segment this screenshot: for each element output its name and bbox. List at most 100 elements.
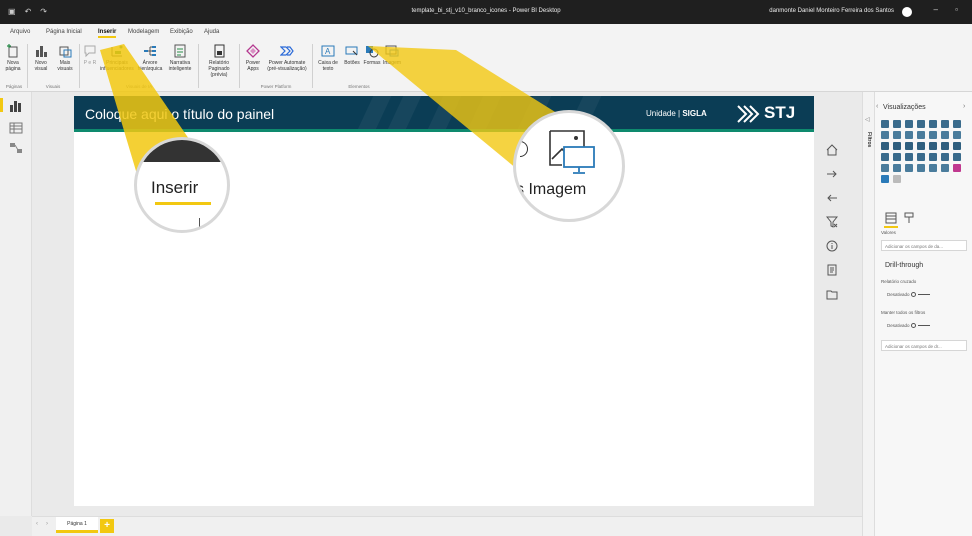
visual-type-icon[interactable] <box>941 142 949 150</box>
add-page-button[interactable]: + <box>100 519 114 533</box>
minimize-icon[interactable]: – <box>934 5 938 14</box>
page-nav-icons <box>826 144 846 312</box>
visual-type-icon[interactable] <box>905 153 913 161</box>
restore-icon[interactable]: ▫ <box>955 5 958 14</box>
report-view-icon[interactable] <box>9 100 23 112</box>
visual-type-icon[interactable] <box>893 131 901 139</box>
narrativa-inteligente-button[interactable]: Narrativa inteligente <box>166 44 194 72</box>
visual-type-icon[interactable] <box>929 142 937 150</box>
visual-type-icon[interactable] <box>905 142 913 150</box>
fields-well-icon[interactable] <box>885 212 897 224</box>
cross-report-toggle[interactable]: Desativado <box>887 292 930 298</box>
visual-type-icon[interactable] <box>881 120 889 128</box>
visual-type-icon[interactable] <box>881 175 889 183</box>
tab-exibicao[interactable]: Exibição <box>170 29 193 35</box>
visual-type-icon[interactable] <box>893 120 901 128</box>
visual-type-icon[interactable] <box>905 120 913 128</box>
visual-type-icon[interactable] <box>905 131 913 139</box>
format-paint-icon[interactable] <box>903 212 915 224</box>
active-view-indicator <box>0 98 3 112</box>
toggle-knob <box>910 323 916 329</box>
visual-type-icon[interactable] <box>905 164 913 172</box>
model-view-icon[interactable] <box>9 142 23 154</box>
folder-icon[interactable] <box>826 288 838 300</box>
visual-type-icon[interactable] <box>893 153 901 161</box>
tab-modelagem[interactable]: Modelagem <box>128 29 159 35</box>
nova-pagina-button[interactable]: Nova página <box>2 44 24 72</box>
mais-visuais-button[interactable]: Mais visuais <box>54 44 76 72</box>
drillthrough-drop-field[interactable]: Adicionar os campos de dr... <box>881 340 967 351</box>
more-visuals-icon[interactable] <box>893 175 901 183</box>
filters-pane[interactable]: ◁ Filtros <box>862 92 874 536</box>
chevron-left-icon[interactable]: ‹ <box>876 103 878 110</box>
data-view-icon[interactable] <box>9 122 23 134</box>
power-automate-button[interactable]: Power Automate (pré-visualização) <box>266 44 308 72</box>
info-icon[interactable] <box>826 240 838 252</box>
page-tab-1[interactable]: Página 1 <box>56 517 98 533</box>
visual-type-icon[interactable] <box>917 153 925 161</box>
page-title[interactable]: Coloque aqui o título do painel <box>85 106 274 122</box>
visual-type-icon[interactable] <box>929 164 937 172</box>
visual-type-icon[interactable] <box>881 153 889 161</box>
visual-type-icon[interactable] <box>929 120 937 128</box>
prev-page-icon[interactable]: ‹ <box>36 521 38 527</box>
tab-inserir[interactable]: Inserir <box>98 29 117 38</box>
visual-type-icon[interactable] <box>941 153 949 161</box>
power-apps-button[interactable]: Power Apps <box>242 44 264 72</box>
visual-type-icon[interactable] <box>953 120 961 128</box>
imagem-button[interactable]: Imagem <box>382 44 402 66</box>
tab-arquivo[interactable]: Arquivo <box>10 29 30 35</box>
formas-label: Formas <box>363 60 381 66</box>
visual-type-icon[interactable] <box>953 153 961 161</box>
toggle-track <box>917 294 930 296</box>
visual-type-icon[interactable] <box>917 120 925 128</box>
visual-type-icon[interactable] <box>953 131 961 139</box>
visual-type-icon[interactable] <box>941 164 949 172</box>
pn-button[interactable]: P e R <box>82 44 98 66</box>
unit-sigla: SIGLA <box>682 109 707 118</box>
drillthrough-heading: Drill-through <box>885 262 924 269</box>
power-apps-label: Power Apps <box>245 60 261 72</box>
visual-type-icon[interactable] <box>881 164 889 172</box>
visual-type-icon[interactable] <box>881 131 889 139</box>
visual-type-icon[interactable] <box>953 164 961 172</box>
home-icon[interactable] <box>826 144 838 156</box>
arvore-hierarquica-button[interactable]: Árvore hierárquica <box>136 44 164 72</box>
arrow-left-icon[interactable] <box>826 192 838 204</box>
visual-type-icon[interactable] <box>941 120 949 128</box>
visual-type-icon[interactable] <box>917 164 925 172</box>
values-label: Valores <box>881 230 896 235</box>
user-name[interactable]: danmonte Daniel Monteiro Ferreira dos Sa… <box>769 8 894 14</box>
expand-filters-icon[interactable]: ◁ <box>865 116 870 123</box>
novo-visual-button[interactable]: Novo visual <box>30 44 52 72</box>
visual-type-icon[interactable] <box>893 142 901 150</box>
relatorio-paginado-button[interactable]: Relatório Paginado (prévia) <box>202 44 236 78</box>
visual-type-icon[interactable] <box>881 142 889 150</box>
ribbon: Nova página Novo visual Mais visuais P e… <box>0 40 972 92</box>
visual-type-icon[interactable] <box>953 142 961 150</box>
botoes-button[interactable]: Botões <box>342 44 362 66</box>
tab-pagina-inicial[interactable]: Página Inicial <box>46 29 82 35</box>
avatar[interactable] <box>902 7 912 17</box>
visual-type-icon[interactable] <box>893 164 901 172</box>
header-banner[interactable]: Coloque aqui o título do painel Unidade … <box>74 96 814 132</box>
principais-influenciadores-button[interactable]: Principais influenciadores <box>100 44 134 72</box>
visual-type-icon[interactable] <box>917 142 925 150</box>
next-page-icon[interactable]: › <box>46 521 48 527</box>
document-icon[interactable] <box>826 264 838 276</box>
nova-pagina-label: Nova página <box>5 60 21 72</box>
clear-filter-icon[interactable] <box>826 216 838 228</box>
values-drop-field[interactable]: Adicionar os campos de da... <box>881 240 967 251</box>
visual-type-icon[interactable] <box>941 131 949 139</box>
tab-ajuda[interactable]: Ajuda <box>204 29 219 35</box>
keep-filters-toggle[interactable]: Desativado <box>887 323 930 329</box>
visual-type-icon[interactable] <box>917 131 925 139</box>
unit-label[interactable]: Unidade | SIGLA <box>646 109 707 118</box>
arrow-right-icon[interactable] <box>826 168 838 180</box>
caixa-de-texto-button[interactable]: A Caixa de texto <box>316 44 340 72</box>
magnified-tab-inserir: Inserir <box>151 178 199 197</box>
visual-type-icon[interactable] <box>929 153 937 161</box>
chevron-right-icon[interactable]: › <box>963 103 965 110</box>
formas-button[interactable]: Formas <box>362 44 382 66</box>
visual-type-icon[interactable] <box>929 131 937 139</box>
